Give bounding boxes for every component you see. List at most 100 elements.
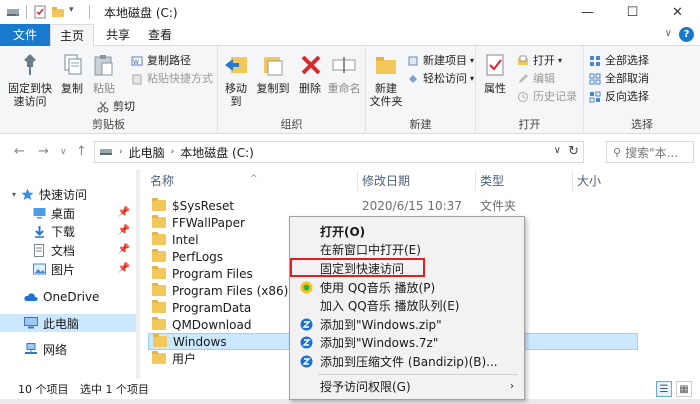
clipboard-group: 固定到快 速访问 复制 粘贴 W 复制路径 粘贴快捷方式 剪切 剪贴板 — [0, 46, 218, 134]
nav-label: 图片 — [51, 262, 76, 277]
context-menu-item-qqmusic-play[interactable]: 使用 QQ音乐 播放(P) — [292, 279, 522, 296]
folder-icon — [152, 317, 166, 330]
delete-button[interactable]: 删除 — [296, 50, 324, 95]
address-bar[interactable]: › 此电脑 › 本地磁盘 (C:) ∨ ↻ — [94, 141, 584, 163]
nav-item-quick-access[interactable]: ▾ 快速访问 — [0, 185, 136, 203]
refresh-icon[interactable]: ↻ — [568, 144, 579, 159]
context-menu-item-bandizip[interactable]: 添加到压缩文件 (Bandizip)(B)... — [292, 353, 522, 370]
address-dropdown-icon[interactable]: ∨ — [554, 145, 561, 156]
delete-x-icon — [296, 50, 326, 80]
paste-shortcut-button[interactable]: 粘贴快捷方式 — [130, 70, 213, 87]
breadcrumb-this-pc[interactable]: 此电脑 — [129, 144, 165, 161]
context-menu-item-add-zip[interactable]: 添加到"Windows.zip" — [292, 316, 522, 333]
nav-item-pictures[interactable]: 图片 📌 — [0, 260, 136, 278]
context-menu-item-grant-access[interactable]: 授予访问权限(G) › — [292, 378, 522, 395]
pin-quick-access-button[interactable]: 固定到快 速访问 — [6, 50, 54, 108]
drive-icon — [6, 5, 20, 19]
history-button[interactable]: 历史记录 — [516, 88, 577, 105]
tab-home[interactable]: 主页 — [50, 24, 94, 47]
up-arrow-icon[interactable]: ↑ — [76, 144, 87, 159]
collapse-arrow-icon[interactable]: ▾ — [12, 190, 16, 199]
column-divider[interactable] — [475, 171, 476, 191]
menu-item-label: 在新窗口中打开(E) — [320, 243, 421, 257]
edit-button[interactable]: 编辑 — [516, 70, 555, 87]
ribbon-expand-icon[interactable]: ∨ — [665, 28, 672, 39]
context-menu-item-open[interactable]: 打开(O) — [292, 223, 522, 240]
large-icons-view-icon[interactable]: ▦ — [676, 381, 692, 397]
context-menu-item-qqmusic-queue[interactable]: 加入 QQ音乐 播放队列(E) — [292, 297, 522, 314]
column-divider[interactable] — [357, 171, 358, 191]
open-label: 打开 — [533, 54, 555, 67]
breadcrumb-chevron-icon[interactable]: › — [171, 147, 175, 157]
move-to-button[interactable]: 移动到 — [220, 50, 252, 108]
tab-view[interactable]: 查看 — [140, 24, 180, 46]
customize-dropdown-icon[interactable]: ▾ — [69, 5, 83, 19]
cut-button[interactable]: 剪切 — [96, 98, 135, 115]
new-folder-quick-icon[interactable] — [51, 5, 65, 19]
organize-group-label: 组织 — [280, 118, 303, 131]
desktop-icon — [32, 206, 46, 220]
select-all-button[interactable]: 全部选择 — [588, 52, 649, 69]
paste-button[interactable]: 粘贴 — [88, 50, 120, 95]
clipboard-group-label: 剪贴板 — [92, 118, 125, 131]
details-view-icon[interactable]: ☰ — [656, 381, 672, 397]
copy-path-button[interactable]: W 复制路径 — [130, 52, 191, 69]
context-menu: 打开(O) 在新窗口中打开(E) 固定到快速访问 使用 QQ音乐 播放(P) 加… — [289, 216, 525, 400]
submenu-arrow-icon: › — [510, 381, 514, 392]
select-none-button[interactable]: 全部取消 — [588, 70, 649, 87]
copy-button[interactable]: 复制 — [56, 50, 88, 95]
picture-icon — [32, 262, 46, 276]
back-arrow-icon[interactable]: ← — [14, 144, 25, 159]
breadcrumb-local-disk[interactable]: 本地磁盘 (C:) — [180, 144, 254, 161]
pin-icon[interactable]: 📌 — [118, 207, 130, 218]
copy-path-icon: W — [130, 54, 144, 68]
dropdown-arrow-icon: ▾ — [470, 56, 475, 65]
nav-item-documents[interactable]: 文档 📌 — [0, 241, 136, 259]
help-icon[interactable]: ? — [679, 27, 694, 42]
context-menu-item-open-new-window[interactable]: 在新窗口中打开(E) — [292, 241, 522, 258]
menu-item-label: 添加到"Windows.7z" — [320, 336, 439, 350]
rename-button[interactable]: 重命名 — [326, 50, 362, 95]
new-folder-button[interactable]: 新建 文件夹 — [368, 50, 404, 108]
move-to-label: 移动到 — [225, 82, 247, 108]
edit-label: 编辑 — [533, 72, 555, 85]
folder-icon — [152, 283, 166, 296]
delete-label: 删除 — [299, 82, 321, 95]
properties-button[interactable]: 属性 — [480, 50, 510, 95]
nav-item-desktop[interactable]: 桌面 📌 — [0, 204, 136, 222]
forward-arrow-icon[interactable]: → — [38, 144, 49, 159]
pin-icon[interactable]: 📌 — [118, 244, 130, 255]
file-row[interactable]: $SysReset 2020/6/15 10:37 文件夹 — [148, 197, 638, 214]
new-item-button[interactable]: 新建项目 ▾ — [406, 52, 474, 69]
paste-shortcut-icon — [130, 72, 144, 86]
context-menu-item-add-7z[interactable]: 添加到"Windows.7z" — [292, 334, 522, 351]
invert-selection-button[interactable]: 反向选择 — [588, 88, 649, 105]
copy-to-button[interactable]: 复制到 — [256, 50, 290, 95]
tab-share[interactable]: 共享 — [96, 24, 140, 46]
tab-file[interactable]: 文件 — [0, 24, 50, 46]
pin-icon[interactable]: 📌 — [118, 225, 130, 236]
nav-item-network[interactable]: 网络 — [0, 340, 136, 358]
nav-pane-scrollbar[interactable] — [136, 169, 140, 379]
maximize-button[interactable]: ☐ — [610, 0, 655, 24]
close-button[interactable]: ✕ — [655, 0, 700, 24]
nav-item-onedrive[interactable]: OneDrive — [0, 288, 136, 306]
column-header-name[interactable]: 名称 ^ — [150, 169, 258, 193]
column-header-date[interactable]: 修改日期 — [362, 169, 410, 193]
open-button[interactable]: 打开 ▾ — [516, 52, 562, 69]
copy-to-icon — [258, 50, 288, 80]
folder-icon — [152, 249, 166, 262]
properties-check-icon[interactable] — [33, 5, 47, 19]
nav-item-downloads[interactable]: 下载 📌 — [0, 222, 136, 240]
column-header-type[interactable]: 类型 — [480, 169, 504, 193]
nav-item-this-pc[interactable]: 此电脑 — [0, 314, 136, 332]
column-divider[interactable] — [572, 171, 573, 191]
easy-access-button[interactable]: 轻松访问 ▾ — [406, 70, 474, 87]
pin-icon[interactable]: 📌 — [118, 263, 130, 274]
minimize-button[interactable]: — — [565, 0, 610, 24]
search-box[interactable]: ⚲ 搜索"本... — [606, 141, 694, 163]
breadcrumb-chevron-icon[interactable]: › — [119, 147, 123, 157]
column-header-size[interactable]: 大小 — [577, 169, 601, 193]
network-icon — [24, 342, 38, 356]
recent-locations-icon[interactable]: ∨ — [60, 147, 67, 157]
